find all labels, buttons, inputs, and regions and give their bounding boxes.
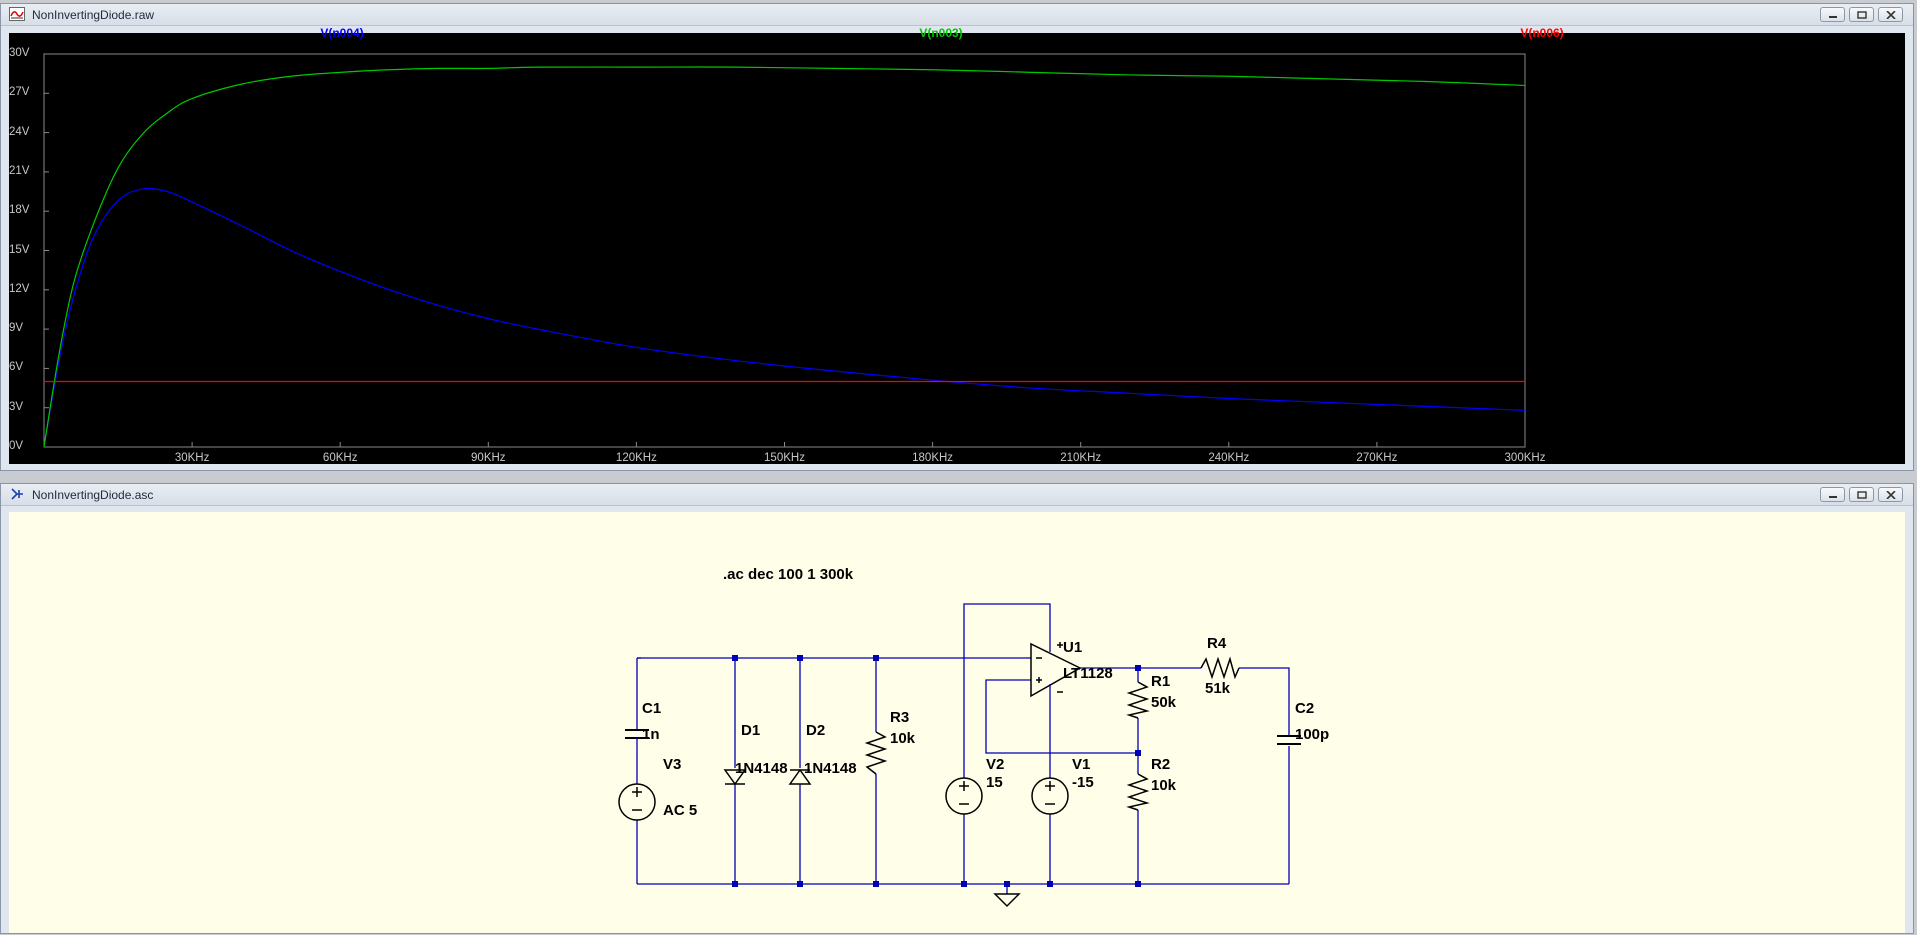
v3-name: V3 <box>663 756 682 773</box>
schematic-titlebar[interactable]: NonInvertingDiode.asc <box>1 484 1913 506</box>
d1-name: D1 <box>741 722 761 739</box>
r2-value: 10k <box>1151 777 1177 794</box>
plot-frame <box>43 53 1526 448</box>
minimize-button[interactable] <box>1820 7 1845 22</box>
source-v3-symbol[interactable] <box>618 783 656 821</box>
c2-name: C2 <box>1295 700 1315 717</box>
restore-icon <box>1856 490 1867 499</box>
c1-name: C1 <box>642 700 662 717</box>
waveform-file-icon <box>9 7 25 21</box>
schematic-canvas[interactable]: .ac dec 100 1 300k C1 1n V3 AC 5 D1 1N41… <box>9 512 1905 933</box>
schematic-window-title: NonInvertingDiode.asc <box>32 488 154 502</box>
close-icon <box>1885 10 1896 19</box>
d1-value: 1N4148 <box>735 760 788 777</box>
v2-name: V2 <box>986 756 1005 773</box>
r4-name: R4 <box>1207 635 1227 652</box>
resistor-r2-symbol[interactable] <box>1126 773 1150 811</box>
schematic-drawing[interactable] <box>9 512 1910 935</box>
r1-value: 50k <box>1151 694 1177 711</box>
resistor-r1-symbol[interactable] <box>1126 681 1150 719</box>
restore-icon <box>1856 10 1867 19</box>
r3-value: 10k <box>890 730 916 747</box>
v3-value: AC 5 <box>663 802 698 819</box>
series-line-vn003 <box>43 66 1526 448</box>
resistor-r3-symbol[interactable] <box>864 731 888 775</box>
resistor-r4-symbol[interactable] <box>1200 656 1240 680</box>
d2-name: D2 <box>806 722 826 739</box>
close-icon <box>1885 490 1896 499</box>
series-layer <box>43 66 1526 448</box>
source-v2-symbol[interactable] <box>945 777 983 815</box>
minimize-button[interactable] <box>1820 487 1845 502</box>
c1-value: 1n <box>642 726 660 743</box>
waveform-plot-pane[interactable]: V(n004) V(n003) V(n006) 0V 3V 6V 9V 12V 15V 18… <box>9 26 1905 464</box>
c2-value: 100p <box>1295 726 1330 743</box>
series-line-vn004 <box>43 187 1526 448</box>
close-button[interactable] <box>1878 7 1903 22</box>
ground-icon[interactable] <box>993 893 1021 908</box>
u1-value: LT1128 <box>1063 665 1113 682</box>
waveform-plot[interactable] <box>9 33 1910 467</box>
restore-button[interactable] <box>1849 487 1874 502</box>
minimize-icon <box>1828 15 1837 18</box>
r3-name: R3 <box>890 709 910 726</box>
schematic-file-icon <box>11 488 23 500</box>
waveform-window: NonInvertingDiode.raw V(n004) V(n003) V(… <box>0 3 1914 471</box>
u1-name: U1 <box>1063 639 1083 656</box>
schematic-wires <box>636 603 1290 894</box>
source-v1-symbol[interactable] <box>1031 777 1069 815</box>
d2-value: 1N4148 <box>804 760 857 777</box>
r1-name: R1 <box>1151 673 1171 690</box>
sim-directive[interactable]: .ac dec 100 1 300k <box>723 566 853 583</box>
r2-name: R2 <box>1151 756 1171 773</box>
schematic-window: NonInvertingDiode.asc .ac dec 100 1 300k… <box>0 483 1914 934</box>
v1-value: -15 <box>1072 774 1094 791</box>
v2-value: 15 <box>986 774 1003 791</box>
close-button[interactable] <box>1878 487 1903 502</box>
waveform-titlebar[interactable]: NonInvertingDiode.raw <box>1 4 1913 26</box>
minimize-icon <box>1828 495 1837 498</box>
v1-name: V1 <box>1072 756 1091 773</box>
axis-tick-marks <box>44 53 1526 448</box>
r4-value: 51k <box>1205 680 1231 697</box>
restore-button[interactable] <box>1849 7 1874 22</box>
waveform-window-title: NonInvertingDiode.raw <box>32 8 155 22</box>
